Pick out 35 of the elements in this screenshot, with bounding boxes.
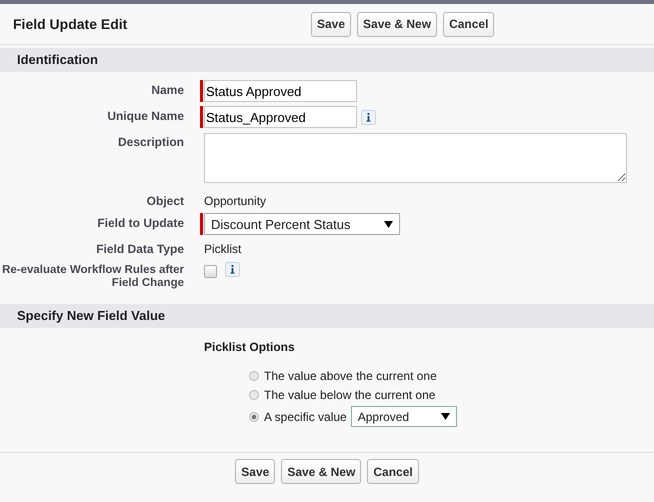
- section-header: Identification: [0, 48, 654, 72]
- text-field[interactable]: Status_Approved: [204, 106, 357, 128]
- field-label: Description: [116, 134, 184, 149]
- field-label: Field Data Type: [95, 241, 184, 256]
- section-header: Specify New Field Value: [0, 304, 654, 328]
- info-icon[interactable]: [225, 262, 240, 277]
- options-label: Picklist Options: [204, 340, 296, 354]
- info-icon[interactable]: [361, 110, 376, 124]
- field-label: Unique Name: [106, 108, 184, 123]
- field-label: Object: [146, 193, 184, 208]
- checkbox[interactable]: [204, 265, 217, 278]
- form-button[interactable]: Cancel: [367, 459, 419, 484]
- value-dropdown[interactable]: Approved: [350, 406, 457, 427]
- option-label: The value below the current one: [264, 388, 436, 402]
- form-button[interactable]: Save & New: [281, 459, 362, 484]
- field-label: Re-evaluate Workflow Rules after Field Change: [1, 263, 184, 290]
- text-field[interactable]: Status Approved: [204, 80, 357, 102]
- radio-button[interactable]: [249, 371, 259, 381]
- field-value: Picklist: [204, 241, 242, 256]
- field-value: Opportunity: [204, 193, 266, 208]
- field-dropdown[interactable]: Discount Percent Status: [204, 213, 400, 235]
- caret-icon: [384, 220, 393, 228]
- form-button[interactable]: Save & New: [357, 12, 438, 36]
- page-title: Field Update Edit: [13, 16, 128, 32]
- field-label: Field to Update: [96, 215, 184, 230]
- option-label: The value above the current one: [264, 369, 437, 383]
- option-label: A specific value: [264, 410, 347, 424]
- description-field[interactable]: [204, 133, 627, 183]
- form-button[interactable]: Save: [235, 459, 276, 484]
- field-label: Name: [150, 82, 184, 97]
- radio-button[interactable]: [249, 390, 259, 400]
- radio-button[interactable]: [249, 412, 259, 422]
- form-button[interactable]: Save: [311, 12, 352, 36]
- form-button[interactable]: Cancel: [443, 12, 494, 36]
- caret-icon: [440, 413, 450, 420]
